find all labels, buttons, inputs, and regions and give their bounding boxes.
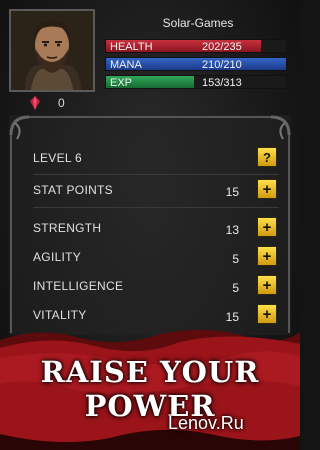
character-portrait[interactable]: [9, 9, 95, 92]
mana-label: MANA: [110, 59, 142, 71]
health-bar: HEALTH 202/235: [105, 39, 287, 53]
strength-plus-button[interactable]: +: [257, 217, 277, 237]
intelligence-row: INTELLIGENCE 5 +: [33, 275, 279, 299]
intelligence-plus-button[interactable]: +: [257, 275, 277, 295]
player-name: Solar-Games: [162, 16, 234, 30]
vitality-row: VITALITY 15 +: [33, 304, 279, 328]
strength-row: STRENGTH 13 +: [33, 217, 279, 241]
agility-label: AGILITY: [33, 250, 82, 264]
agility-plus-button[interactable]: +: [257, 246, 277, 266]
agility-value: 5: [232, 252, 239, 266]
stat-points-row: STAT POINTS 15 +: [33, 179, 279, 203]
exp-bar: EXP 153/313: [105, 75, 287, 89]
gem-count: 0: [58, 96, 65, 110]
stat-points-label: STAT POINTS: [33, 183, 113, 197]
divider: [33, 174, 279, 175]
help-button[interactable]: ?: [257, 147, 277, 167]
red-gem-icon: [30, 96, 40, 110]
mana-value: 210/210: [202, 59, 242, 71]
stats-panel: LEVEL 6 ? STAT POINTS 15 + STRENGTH 13 +…: [9, 115, 291, 335]
vitality-plus-button[interactable]: +: [257, 304, 277, 324]
exp-label: EXP: [110, 77, 133, 89]
level-row: LEVEL 6 ?: [33, 147, 279, 171]
banner-subheadline: POWER: [84, 389, 216, 423]
stat-points-value: 15: [225, 185, 239, 199]
intelligence-value: 5: [232, 281, 239, 295]
mana-bar: MANA 210/210: [105, 57, 287, 71]
level-label: LEVEL 6: [33, 151, 83, 165]
watermark: Lenov.Ru: [168, 413, 244, 433]
health-value: 202/235: [202, 41, 242, 53]
vitality-value: 15: [225, 310, 239, 324]
strength-value: 13: [225, 223, 239, 237]
exp-value: 153/313: [202, 77, 242, 89]
banner-headline: RAISE YOUR: [40, 355, 260, 389]
divider: [33, 207, 279, 208]
gem-counter: 0: [30, 96, 65, 110]
intelligence-label: INTELLIGENCE: [33, 279, 124, 293]
agility-row: AGILITY 5 +: [33, 246, 279, 270]
health-label: HEALTH: [110, 41, 153, 53]
strength-label: STRENGTH: [33, 221, 102, 235]
vitality-label: VITALITY: [33, 308, 87, 322]
stat-points-plus-button[interactable]: +: [257, 179, 277, 199]
